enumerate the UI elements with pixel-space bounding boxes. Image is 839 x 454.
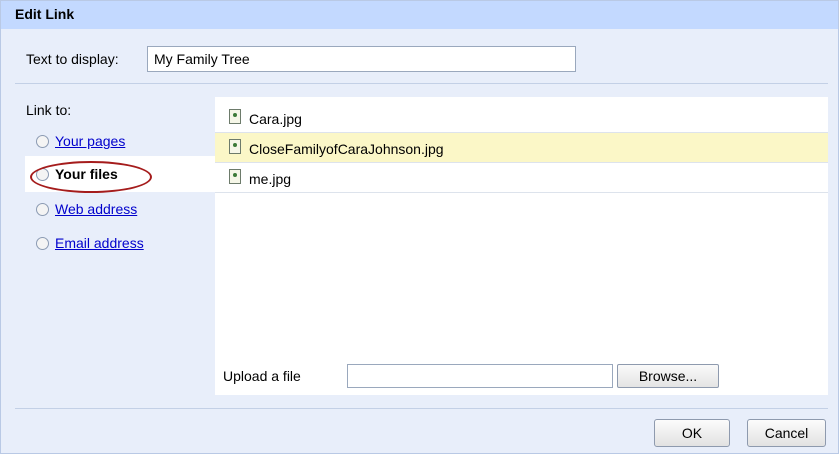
cancel-button[interactable]: Cancel (747, 419, 826, 447)
option-web-address[interactable]: Web address (36, 198, 137, 220)
file-name: me.jpg (249, 171, 292, 187)
ok-button[interactable]: OK (654, 419, 730, 447)
file-row-selected[interactable]: CloseFamilyofCaraJohnson.jpg (215, 133, 828, 163)
file-row[interactable]: me.jpg (215, 163, 828, 193)
image-file-icon (229, 139, 241, 154)
file-row[interactable]: Cara.jpg (215, 103, 828, 133)
dialog-title: Edit Link (15, 6, 75, 22)
your-pages-link[interactable]: Your pages (55, 133, 125, 149)
upload-file-input[interactable] (347, 364, 613, 388)
your-pages-radio[interactable] (36, 134, 49, 148)
text-to-display-input[interactable] (147, 46, 576, 72)
option-email-address[interactable]: Email address (36, 232, 144, 254)
web-address-link[interactable]: Web address (55, 201, 137, 217)
dialog-titlebar: Edit Link (1, 1, 838, 29)
image-file-icon (229, 109, 241, 124)
browse-button[interactable]: Browse... (617, 364, 719, 388)
highlight-oval-annotation (30, 161, 152, 193)
file-name: Cara.jpg (249, 111, 302, 127)
divider (15, 83, 828, 84)
email-address-radio[interactable] (36, 236, 49, 250)
file-list-panel: Cara.jpg CloseFamilyofCaraJohnson.jpg me… (215, 97, 828, 395)
option-your-pages[interactable]: Your pages (36, 130, 125, 152)
edit-link-dialog: Edit Link Text to display: Link to: Your… (0, 0, 839, 454)
web-address-radio[interactable] (36, 202, 49, 216)
link-to-label: Link to: (26, 102, 72, 118)
file-name: CloseFamilyofCaraJohnson.jpg (249, 141, 444, 157)
upload-file-label: Upload a file (223, 368, 301, 384)
email-address-link[interactable]: Email address (55, 235, 144, 251)
divider (15, 408, 828, 409)
image-file-icon (229, 169, 241, 184)
text-to-display-label: Text to display: (26, 51, 119, 67)
